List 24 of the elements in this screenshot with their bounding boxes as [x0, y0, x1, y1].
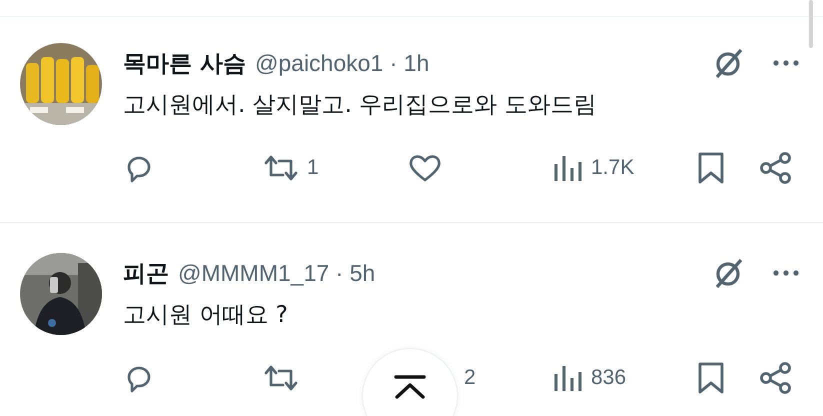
bookmark-icon[interactable]: [697, 362, 725, 394]
action-count: 1: [307, 156, 319, 180]
action-count: 836: [591, 366, 626, 390]
repost-icon[interactable]: [263, 363, 299, 393]
display-name[interactable]: 피곤: [123, 258, 169, 288]
share-icon[interactable]: [759, 362, 793, 394]
more-icon[interactable]: [773, 59, 799, 67]
scrollbar: [809, 0, 813, 48]
handle-and-time: @paichoko1 · 1h: [255, 50, 430, 76]
more-icon[interactable]: [773, 269, 799, 277]
repost-icon[interactable]: [263, 153, 299, 183]
scroll-to-top-icon: [393, 375, 427, 399]
share-icon[interactable]: [759, 152, 793, 184]
heart-icon[interactable]: [408, 153, 442, 183]
post-text: 고시원에서. 살지말고. 우리집으로와 도와드림: [123, 91, 598, 120]
post-text: 고시원 어때요 ?: [123, 301, 289, 330]
handle-and-time: @MMMM1_17 · 5h: [178, 260, 376, 286]
scroll-to-top-button[interactable]: [362, 348, 458, 416]
action-count: 2: [464, 366, 476, 390]
views-chart-icon[interactable]: [553, 154, 583, 182]
action-count: 1.7K: [591, 156, 634, 180]
bookmark-icon[interactable]: [697, 152, 725, 184]
views-chart-icon[interactable]: [553, 364, 583, 392]
display-name[interactable]: 목마른 사슴: [123, 48, 246, 78]
